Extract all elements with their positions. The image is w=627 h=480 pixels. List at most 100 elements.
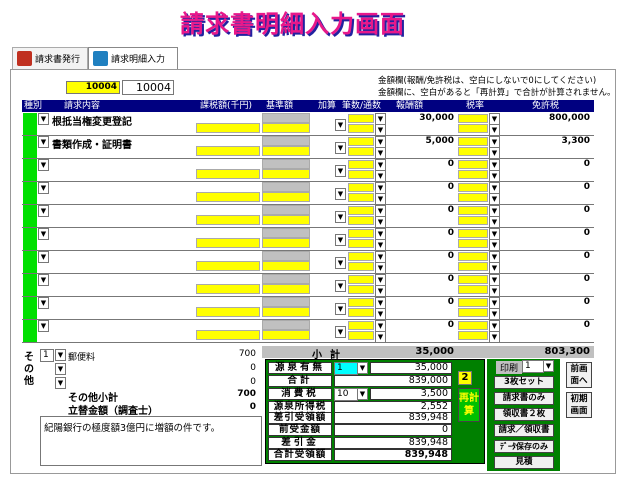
license-value[interactable]: 0 [528, 228, 590, 238]
rate-input[interactable] [458, 262, 488, 271]
rate-input[interactable] [458, 124, 488, 133]
count-input[interactable] [348, 229, 374, 238]
taxable-input[interactable] [196, 146, 260, 156]
base-input[interactable] [262, 307, 310, 317]
fee-value[interactable]: 0 [392, 159, 454, 169]
rate-input[interactable] [458, 193, 488, 202]
taxable-input[interactable] [196, 238, 260, 248]
chevron-down-icon[interactable]: ▼ [357, 362, 368, 374]
chevron-down-icon[interactable]: ▼ [38, 320, 49, 332]
count-input[interactable] [348, 331, 374, 340]
license-value[interactable]: 0 [528, 320, 590, 330]
chevron-down-icon[interactable]: ▼ [38, 274, 49, 286]
rate-input[interactable] [458, 252, 488, 261]
count-input[interactable] [348, 170, 374, 179]
chevron-down-icon[interactable]: ▼ [335, 188, 346, 200]
count-input[interactable] [348, 160, 374, 169]
chevron-down-icon[interactable]: ▼ [38, 113, 49, 125]
chevron-down-icon[interactable]: ▼ [543, 360, 554, 372]
count-input[interactable] [348, 308, 374, 317]
chevron-down-icon[interactable]: ▼ [335, 257, 346, 269]
rate-input[interactable] [458, 206, 488, 215]
base-input[interactable] [262, 215, 310, 225]
chevron-down-icon[interactable]: ▼ [55, 349, 66, 361]
chevron-down-icon[interactable]: ▼ [38, 228, 49, 240]
estimate-button[interactable]: 見積 [494, 456, 554, 469]
taxable-input[interactable] [196, 261, 260, 271]
rate-input[interactable] [458, 183, 488, 192]
save-data-button[interactable]: ﾃﾞｰﾀ保存のみ [494, 440, 554, 453]
row-content[interactable]: 書類作成・証明書 [52, 136, 132, 151]
chevron-down-icon[interactable]: ▼ [38, 205, 49, 217]
count-input[interactable] [348, 275, 374, 284]
count-input[interactable] [348, 206, 374, 215]
chevron-down-icon[interactable]: ▼ [335, 280, 346, 292]
chevron-down-icon[interactable]: ▼ [38, 159, 49, 171]
fee-value[interactable]: 0 [392, 320, 454, 330]
rate-input[interactable] [458, 321, 488, 330]
fee-value[interactable]: 0 [392, 274, 454, 284]
print-count-select[interactable]: 1 [522, 360, 544, 373]
license-value[interactable]: 3,300 [528, 136, 590, 146]
other-name-1[interactable]: 郵便料 [68, 350, 95, 363]
count-input[interactable] [348, 183, 374, 192]
base-input[interactable] [262, 238, 310, 248]
license-value[interactable]: 0 [528, 159, 590, 169]
count-input[interactable] [348, 298, 374, 307]
fee-value[interactable]: 30,000 [392, 113, 454, 123]
fee-value[interactable]: 5,000 [392, 136, 454, 146]
rate-input[interactable] [458, 216, 488, 225]
chevron-down-icon[interactable]: ▼ [357, 388, 368, 400]
rate-input[interactable] [458, 137, 488, 146]
chevron-down-icon[interactable]: ▼ [335, 303, 346, 315]
chevron-down-icon[interactable]: ▼ [335, 326, 346, 338]
count-input[interactable] [348, 193, 374, 202]
transfer-value[interactable]: 0 [196, 402, 258, 415]
print-invoice-only-button[interactable]: 請求書のみ [494, 392, 554, 405]
chevron-down-icon[interactable]: ▼ [335, 165, 346, 177]
count-input[interactable] [348, 114, 374, 123]
memo-textarea[interactable]: 紀陽銀行の極度額3億円に増額の件です。 [40, 416, 262, 466]
other-value-1[interactable]: 700 [196, 349, 258, 362]
count-input[interactable] [348, 239, 374, 248]
row-content[interactable]: 根抵当権変更登記 [52, 113, 132, 128]
rate-input[interactable] [458, 308, 488, 317]
print-invoice-receipt-button[interactable]: 請求／領収書 [494, 424, 554, 437]
chevron-down-icon[interactable]: ▼ [335, 142, 346, 154]
rate-input[interactable] [458, 160, 488, 169]
base-input[interactable] [262, 146, 310, 156]
license-value[interactable]: 0 [528, 205, 590, 215]
base-input[interactable] [262, 330, 310, 340]
print-receipt-2-button[interactable]: 領収書２枚 [494, 408, 554, 421]
taxable-input[interactable] [196, 284, 260, 294]
chevron-down-icon[interactable]: ▼ [38, 182, 49, 194]
license-value[interactable]: 0 [528, 251, 590, 261]
fee-value[interactable]: 0 [392, 251, 454, 261]
fee-value[interactable]: 0 [392, 182, 454, 192]
rate-input[interactable] [458, 239, 488, 248]
chevron-down-icon[interactable]: ▼ [335, 119, 346, 131]
other-value-2[interactable]: 0 [196, 363, 258, 376]
chevron-down-icon[interactable]: ▼ [55, 377, 66, 389]
fee-value[interactable]: 0 [392, 205, 454, 215]
other-no-1[interactable]: 1 [40, 349, 54, 362]
print-3set-button[interactable]: 3枚セット [494, 376, 554, 389]
chevron-down-icon[interactable]: ▼ [335, 234, 346, 246]
fee-value[interactable]: 0 [392, 228, 454, 238]
taxable-input[interactable] [196, 307, 260, 317]
base-input[interactable] [262, 261, 310, 271]
license-value[interactable]: 800,000 [528, 113, 590, 123]
base-input[interactable] [262, 123, 310, 133]
license-value[interactable]: 0 [528, 297, 590, 307]
prev-screen-button[interactable]: 前画面へ [566, 362, 592, 388]
advance-value[interactable]: 0 [334, 424, 452, 436]
chevron-down-icon[interactable]: ▼ [38, 297, 49, 309]
tax-rate-select[interactable]: 10 [334, 388, 358, 401]
rate-input[interactable] [458, 114, 488, 123]
rate-input[interactable] [458, 285, 488, 294]
count-input[interactable] [348, 321, 374, 330]
rate-input[interactable] [458, 147, 488, 156]
fee-value[interactable]: 0 [392, 297, 454, 307]
count-input[interactable] [348, 147, 374, 156]
count-input[interactable] [348, 216, 374, 225]
